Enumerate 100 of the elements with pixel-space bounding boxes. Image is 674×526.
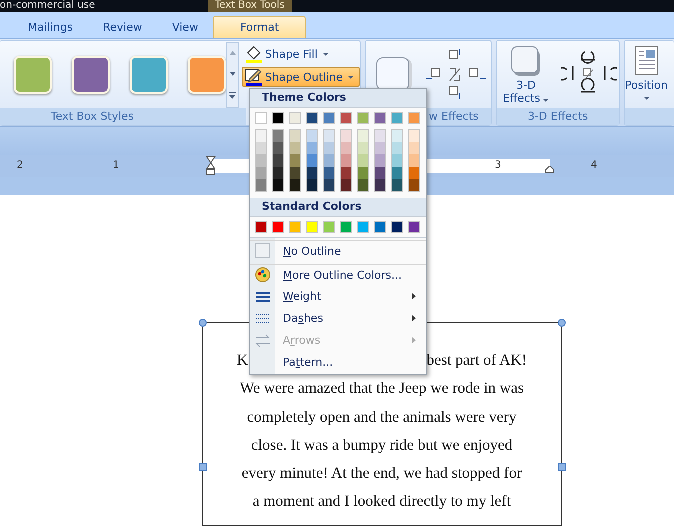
color-swatch[interactable] bbox=[255, 166, 267, 180]
color-swatch[interactable] bbox=[272, 220, 284, 233]
page-picture-icon bbox=[634, 46, 659, 76]
color-swatch[interactable] bbox=[306, 112, 318, 124]
color-swatch[interactable] bbox=[272, 179, 284, 192]
color-swatch[interactable] bbox=[255, 112, 267, 124]
color-swatch[interactable] bbox=[408, 129, 420, 142]
color-swatch[interactable] bbox=[255, 142, 267, 154]
color-swatch[interactable] bbox=[357, 129, 369, 142]
color-swatch[interactable] bbox=[408, 220, 420, 233]
color-swatch[interactable] bbox=[289, 112, 301, 124]
color-swatch[interactable] bbox=[289, 179, 301, 192]
color-swatch[interactable] bbox=[306, 154, 318, 167]
color-swatch[interactable] bbox=[391, 129, 403, 142]
indent-marker-icon[interactable] bbox=[206, 156, 216, 176]
color-swatch[interactable] bbox=[408, 154, 420, 167]
position-button[interactable]: Position bbox=[625, 46, 668, 100]
color-swatch[interactable] bbox=[306, 129, 318, 142]
color-swatch[interactable] bbox=[391, 179, 403, 192]
color-swatch[interactable] bbox=[357, 112, 369, 124]
style-swatch[interactable] bbox=[14, 56, 52, 94]
command-button[interactable]: Shape Fill bbox=[242, 44, 360, 64]
color-swatch[interactable] bbox=[323, 129, 335, 142]
resize-handle[interactable] bbox=[199, 319, 207, 327]
text-line: best part of AK! bbox=[426, 351, 527, 371]
color-swatch[interactable] bbox=[357, 220, 369, 233]
ribbon-tab[interactable]: View bbox=[157, 16, 214, 38]
color-swatch[interactable] bbox=[357, 154, 369, 167]
color-swatch[interactable] bbox=[391, 112, 403, 124]
resize-handle[interactable] bbox=[558, 463, 566, 471]
color-swatch[interactable] bbox=[374, 220, 386, 233]
color-swatch[interactable] bbox=[272, 129, 284, 142]
color-swatch[interactable] bbox=[374, 179, 386, 192]
empty-square-icon bbox=[254, 243, 270, 260]
color-swatch[interactable] bbox=[374, 129, 386, 142]
color-swatch[interactable] bbox=[306, 220, 318, 233]
color-swatch[interactable] bbox=[340, 142, 352, 154]
color-swatch[interactable] bbox=[255, 179, 267, 192]
color-swatch[interactable] bbox=[340, 166, 352, 180]
color-swatch[interactable] bbox=[289, 142, 301, 154]
color-swatch[interactable] bbox=[374, 142, 386, 154]
color-swatch[interactable] bbox=[408, 112, 420, 124]
color-swatch[interactable] bbox=[374, 154, 386, 167]
color-swatch[interactable] bbox=[272, 154, 284, 167]
color-swatch[interactable] bbox=[374, 166, 386, 180]
color-swatch[interactable] bbox=[255, 220, 267, 233]
resize-handle[interactable] bbox=[199, 463, 207, 471]
ribbon-tab[interactable]: Format bbox=[213, 16, 306, 38]
menu-item[interactable]: More Outline Colors... bbox=[250, 264, 426, 286]
resize-handle[interactable] bbox=[558, 319, 566, 327]
color-swatch[interactable] bbox=[323, 166, 335, 180]
color-swatch[interactable] bbox=[340, 129, 352, 142]
color-swatch[interactable] bbox=[323, 112, 335, 124]
menu-item[interactable]: Pattern... bbox=[250, 352, 426, 374]
color-swatch[interactable] bbox=[357, 166, 369, 180]
gallery-scrollbar[interactable] bbox=[226, 42, 240, 108]
color-swatch[interactable] bbox=[408, 166, 420, 180]
style-swatch[interactable] bbox=[188, 56, 226, 94]
color-swatch[interactable] bbox=[323, 154, 335, 167]
color-swatch[interactable] bbox=[323, 220, 335, 233]
scroll-down-icon bbox=[230, 72, 236, 76]
color-swatch[interactable] bbox=[255, 129, 267, 142]
color-swatch[interactable] bbox=[255, 154, 267, 167]
group-label: 3-D Effects bbox=[497, 108, 620, 125]
color-swatch[interactable] bbox=[306, 166, 318, 180]
color-swatch[interactable] bbox=[289, 220, 301, 233]
menu-heading: Standard Colors bbox=[250, 198, 426, 217]
color-swatch[interactable] bbox=[289, 166, 301, 180]
color-swatch[interactable] bbox=[391, 142, 403, 154]
color-swatch[interactable] bbox=[323, 179, 335, 192]
ribbon-tab[interactable]: Review bbox=[88, 16, 158, 38]
color-swatch[interactable] bbox=[391, 220, 403, 233]
color-swatch[interactable] bbox=[289, 129, 301, 142]
style-swatch[interactable] bbox=[130, 56, 168, 94]
color-swatch[interactable] bbox=[340, 179, 352, 192]
color-swatch[interactable] bbox=[357, 142, 369, 154]
color-swatch[interactable] bbox=[340, 220, 352, 233]
color-swatch[interactable] bbox=[391, 154, 403, 167]
color-swatch[interactable] bbox=[289, 154, 301, 167]
color-swatch[interactable] bbox=[306, 179, 318, 192]
color-swatch[interactable] bbox=[374, 112, 386, 124]
color-swatch[interactable] bbox=[340, 112, 352, 124]
color-swatch[interactable] bbox=[306, 142, 318, 154]
color-swatch[interactable] bbox=[272, 142, 284, 154]
ribbon-tab[interactable]: Mailings bbox=[13, 16, 88, 38]
color-swatch[interactable] bbox=[340, 154, 352, 167]
color-swatch[interactable] bbox=[357, 179, 369, 192]
color-swatch[interactable] bbox=[272, 112, 284, 124]
color-swatch[interactable] bbox=[323, 142, 335, 154]
menu-item[interactable]: Dashes bbox=[250, 308, 426, 330]
menu-item[interactable]: Weight bbox=[250, 286, 426, 308]
color-swatch[interactable] bbox=[408, 142, 420, 154]
right-indent-marker-icon[interactable] bbox=[545, 166, 555, 174]
color-swatch[interactable] bbox=[391, 166, 403, 180]
style-swatch[interactable] bbox=[72, 56, 110, 94]
color-swatch[interactable] bbox=[272, 166, 284, 180]
command-button[interactable]: Shape Outline bbox=[242, 67, 360, 87]
3d-effects-button[interactable]: 3-D Effects bbox=[503, 44, 550, 104]
menu-item[interactable]: No Outline bbox=[250, 240, 426, 262]
color-swatch[interactable] bbox=[408, 179, 420, 192]
